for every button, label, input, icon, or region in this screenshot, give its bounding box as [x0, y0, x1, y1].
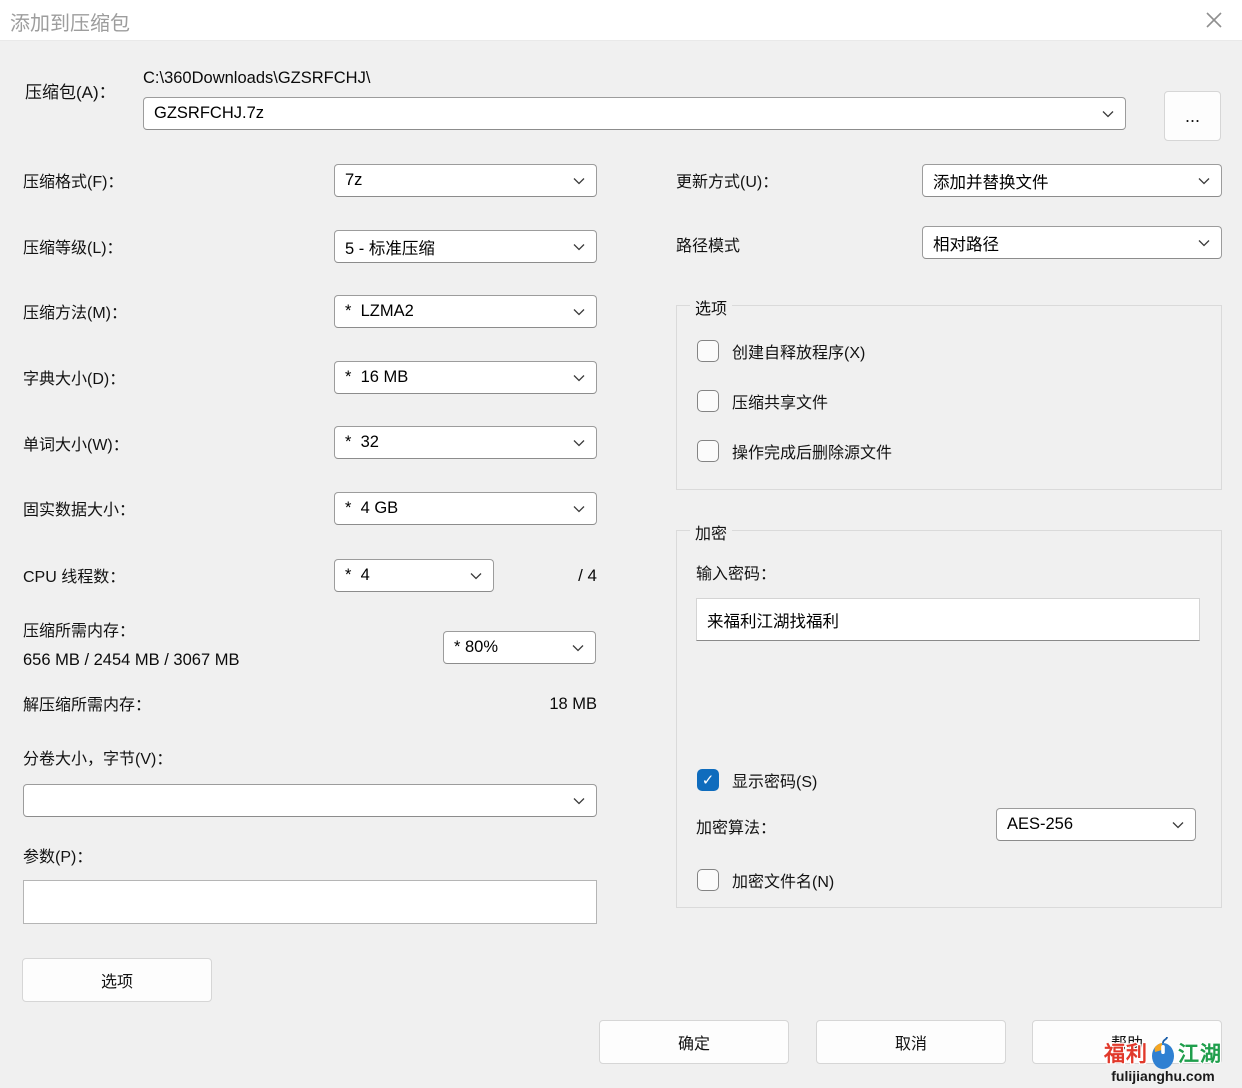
- checkbox-show-password[interactable]: 显示密码(S): [697, 768, 817, 792]
- encryption-method-label: 加密算法：: [696, 818, 776, 839]
- ok-button[interactable]: 确定: [599, 1020, 789, 1064]
- cpu-threads-combobox[interactable]: * 4: [334, 559, 494, 592]
- archive-label: 压缩包(A)：: [25, 82, 116, 103]
- path-mode-label: 路径模式: [676, 236, 740, 257]
- solid-block-value: * 4 GB: [345, 499, 571, 518]
- format-combobox[interactable]: 7z: [334, 164, 597, 197]
- watermark-text-left: 福利: [1104, 1038, 1148, 1068]
- word-size-value: * 32: [345, 433, 571, 452]
- encryption-group: 加密: [676, 530, 1222, 908]
- path-mode-value: 相对路径: [933, 231, 1196, 255]
- checkbox-icon[interactable]: [697, 340, 719, 362]
- parameters-label: 参数(P)：: [23, 847, 92, 868]
- dictionary-combobox[interactable]: * 16 MB: [334, 361, 597, 394]
- memory-percent-combobox[interactable]: * 80%: [443, 631, 596, 664]
- dictionary-value: * 16 MB: [345, 368, 571, 387]
- cpu-threads-label: CPU 线程数：: [23, 567, 125, 588]
- level-combobox[interactable]: 5 - 标准压缩: [334, 230, 597, 263]
- checkbox-label: 压缩共享文件: [732, 389, 828, 413]
- volume-size-label: 分卷大小，字节(V)：: [23, 749, 172, 770]
- memory-compress-value: 656 MB / 2454 MB / 3067 MB: [23, 651, 239, 670]
- encryption-method-value: AES-256: [1007, 815, 1170, 834]
- volume-size-combobox[interactable]: [23, 784, 597, 817]
- checkbox-encrypt-names[interactable]: 加密文件名(N): [697, 868, 834, 892]
- checkbox-icon[interactable]: [697, 440, 719, 462]
- update-mode-value: 添加并替换文件: [933, 169, 1196, 193]
- format-value: 7z: [345, 171, 571, 190]
- method-value: * LZMA2: [345, 302, 571, 321]
- checkbox-label: 操作完成后删除源文件: [732, 439, 892, 463]
- method-combobox[interactable]: * LZMA2: [334, 295, 597, 328]
- checkbox-icon[interactable]: [697, 390, 719, 412]
- dialog-title: 添加到压缩包: [10, 7, 130, 36]
- method-label: 压缩方法(M)：: [23, 303, 127, 324]
- chevron-down-icon: [571, 501, 587, 517]
- checkbox-icon[interactable]: [697, 869, 719, 891]
- update-mode-label: 更新方式(U)：: [676, 172, 778, 193]
- mouse-icon: [1150, 1036, 1176, 1070]
- checkbox-label: 显示密码(S): [732, 768, 817, 792]
- cpu-threads-max: / 4: [540, 566, 597, 586]
- chevron-down-icon: [571, 435, 587, 451]
- memory-percent-value: * 80%: [454, 638, 570, 657]
- chevron-down-icon: [571, 793, 587, 809]
- browse-button[interactable]: ...: [1164, 91, 1221, 141]
- close-icon: [1204, 10, 1224, 30]
- chevron-down-icon: [468, 568, 484, 584]
- encryption-method-combobox[interactable]: AES-256: [996, 808, 1196, 841]
- add-to-archive-dialog: 添加到压缩包 压缩包(A)： C:\360Downloads\GZSRFCHJ\…: [0, 0, 1242, 1088]
- watermark-url: fulijianghu.com: [1088, 1068, 1238, 1084]
- archive-path: C:\360Downloads\GZSRFCHJ\: [143, 69, 370, 88]
- memory-decompress-label: 解压缩所需内存：: [23, 695, 151, 716]
- password-value: 来福利江湖找福利: [707, 608, 839, 632]
- password-input[interactable]: 来福利江湖找福利: [696, 598, 1200, 641]
- checkbox-delete-after[interactable]: 操作完成后删除源文件: [697, 439, 892, 463]
- chevron-down-icon: [1196, 235, 1212, 251]
- checkbox-label: 创建自释放程序(X): [732, 339, 865, 363]
- chevron-down-icon: [571, 173, 587, 189]
- chevron-down-icon: [1100, 106, 1116, 122]
- memory-compress-label: 压缩所需内存：: [23, 621, 135, 642]
- checkbox-shared-files[interactable]: 压缩共享文件: [697, 389, 828, 413]
- options-group-legend: 选项: [690, 295, 732, 319]
- checkbox-icon[interactable]: [697, 769, 719, 791]
- cpu-threads-value: * 4: [345, 566, 468, 585]
- watermark-text-right: 江湖: [1178, 1038, 1222, 1068]
- solid-block-label: 固实数据大小：: [23, 500, 135, 521]
- parameters-input[interactable]: [23, 880, 597, 924]
- watermark-logo: 福利 江湖 fulijianghu.com: [1088, 1036, 1238, 1084]
- update-mode-combobox[interactable]: 添加并替换文件: [922, 164, 1222, 197]
- solid-block-combobox[interactable]: * 4 GB: [334, 492, 597, 525]
- word-size-combobox[interactable]: * 32: [334, 426, 597, 459]
- chevron-down-icon: [571, 304, 587, 320]
- chevron-down-icon: [570, 640, 586, 656]
- archive-name-combobox[interactable]: GZSRFCHJ.7z: [143, 97, 1126, 130]
- memory-decompress-value: 18 MB: [497, 695, 597, 714]
- chevron-down-icon: [1170, 817, 1186, 833]
- dictionary-label: 字典大小(D)：: [23, 369, 125, 390]
- encryption-group-legend: 加密: [690, 520, 732, 544]
- word-size-label: 单词大小(W)：: [23, 435, 129, 456]
- close-button[interactable]: [1198, 4, 1230, 36]
- format-label: 压缩格式(F)：: [23, 172, 123, 193]
- password-label: 输入密码：: [696, 564, 776, 585]
- archive-name-value: GZSRFCHJ.7z: [154, 104, 1100, 123]
- level-value: 5 - 标准压缩: [345, 235, 571, 259]
- chevron-down-icon: [571, 239, 587, 255]
- options-button[interactable]: 选项: [22, 958, 212, 1002]
- titlebar: 添加到压缩包: [0, 0, 1242, 41]
- path-mode-combobox[interactable]: 相对路径: [922, 226, 1222, 259]
- checkbox-label: 加密文件名(N): [732, 868, 834, 892]
- checkbox-create-sfx[interactable]: 创建自释放程序(X): [697, 339, 865, 363]
- level-label: 压缩等级(L)：: [23, 238, 123, 259]
- cancel-button[interactable]: 取消: [816, 1020, 1006, 1064]
- chevron-down-icon: [571, 370, 587, 386]
- chevron-down-icon: [1196, 173, 1212, 189]
